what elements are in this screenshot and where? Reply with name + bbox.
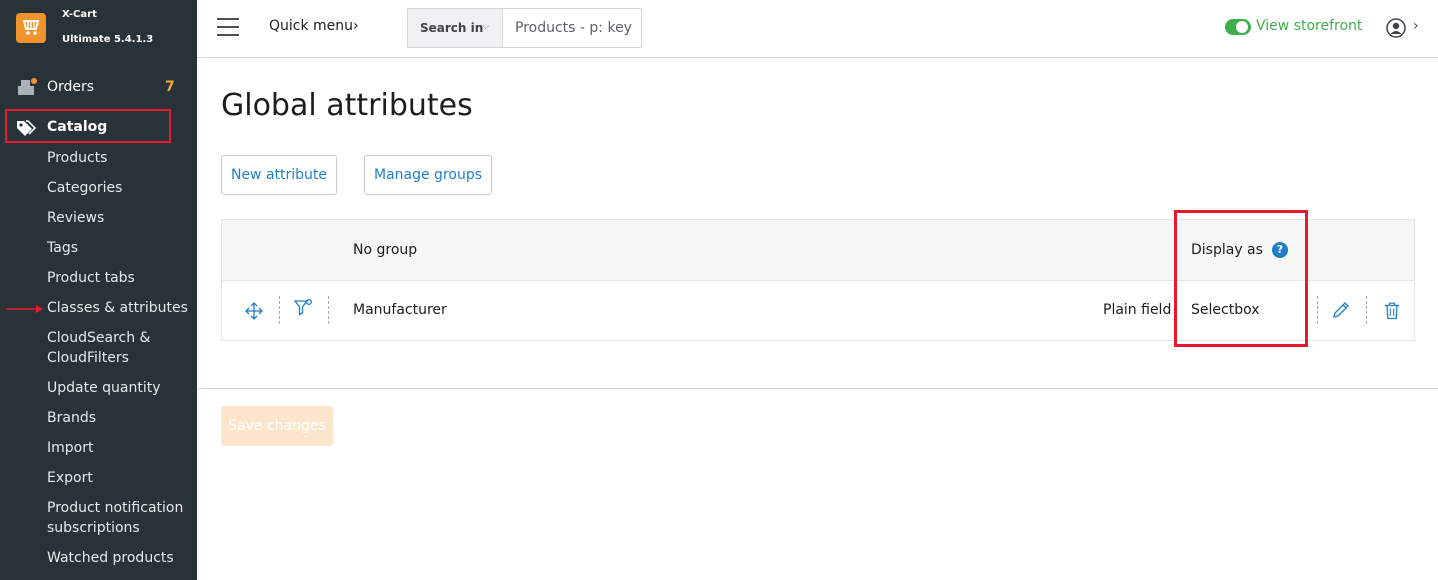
quick-menu-button[interactable]: Quick menu [269,18,353,34]
column-divider [328,296,329,324]
sidebar-subitem-product-tabs[interactable]: Product tabs [47,268,135,288]
sidebar-item-label: Orders [47,79,95,95]
search-in-label: Search in [420,21,484,35]
orders-icon [17,78,37,100]
sidebar-subitem-reviews[interactable]: Reviews [47,208,104,228]
tags-icon [16,119,37,141]
sidebar-subitem-products[interactable]: Products [47,148,107,168]
filter-icon[interactable] [293,298,314,322]
red-arrow-icon [6,305,43,313]
section-divider [197,388,1438,389]
group-header: No group [353,242,418,258]
new-attribute-button[interactable]: New attribute [221,155,337,195]
brand[interactable]: X-Cart Ultimate 5.4.1.3 [0,0,197,58]
sidebar-subitem-export[interactable]: Export [47,468,93,488]
user-avatar-icon[interactable] [1386,18,1406,42]
page-title: Global attributes [221,88,473,123]
column-divider [279,296,280,324]
manage-groups-button[interactable]: Manage groups [364,155,492,195]
chevron-right-icon: › [353,18,359,34]
display-as-highlight-box [1174,210,1308,347]
attribute-name: Manufacturer [353,302,447,318]
sidebar-item-orders[interactable]: Orders 7 [0,76,197,100]
sidebar-subitem-cloudsearch[interactable]: CloudSearch & CloudFilters [47,328,167,368]
move-icon[interactable] [245,302,263,324]
search-in-dropdown[interactable]: Search in ⌵ [408,9,503,47]
menu-icon[interactable] [217,17,241,37]
edit-icon[interactable] [1332,301,1350,323]
orders-count-badge: 7 [165,79,175,95]
sidebar-subitem-product-notification[interactable]: Product notification subscriptions [47,498,192,538]
sidebar-subitem-classes-attributes[interactable]: Classes & attributes [47,298,188,318]
top-bar: Quick menu › Search in ⌵ View storefront… [197,0,1438,58]
view-storefront-label: View storefront [1256,18,1363,34]
sidebar-item-label: Catalog [47,119,108,135]
storefront-toggle-icon[interactable] [1225,19,1251,35]
trash-icon[interactable] [1384,302,1400,324]
sidebar-subitem-update-quantity[interactable]: Update quantity [47,378,161,398]
column-divider [1366,296,1367,324]
sidebar-subitem-import[interactable]: Import [47,438,93,458]
chevron-down-icon: ⌵ [482,21,490,32]
sidebar: X-Cart Ultimate 5.4.1.3 Orders 7 Catalog… [0,0,197,580]
app-version: Ultimate 5.4.1.3 [62,34,154,45]
sidebar-subitem-watched-products[interactable]: Watched products [47,548,174,568]
search-bar: Search in ⌵ [407,8,642,48]
search-input[interactable] [504,9,641,47]
chevron-right-icon: › [1413,18,1419,34]
sidebar-item-catalog[interactable]: Catalog [0,117,197,139]
column-divider [1317,296,1318,324]
sidebar-subitem-tags[interactable]: Tags [47,238,78,258]
attribute-type: Plain field [1103,302,1172,318]
sidebar-subitem-brands[interactable]: Brands [47,408,96,428]
sidebar-subitem-categories[interactable]: Categories [47,178,122,198]
app-name: X-Cart [62,9,97,20]
save-changes-button[interactable]: Save changes [221,406,333,446]
xcart-logo-icon [16,13,46,43]
